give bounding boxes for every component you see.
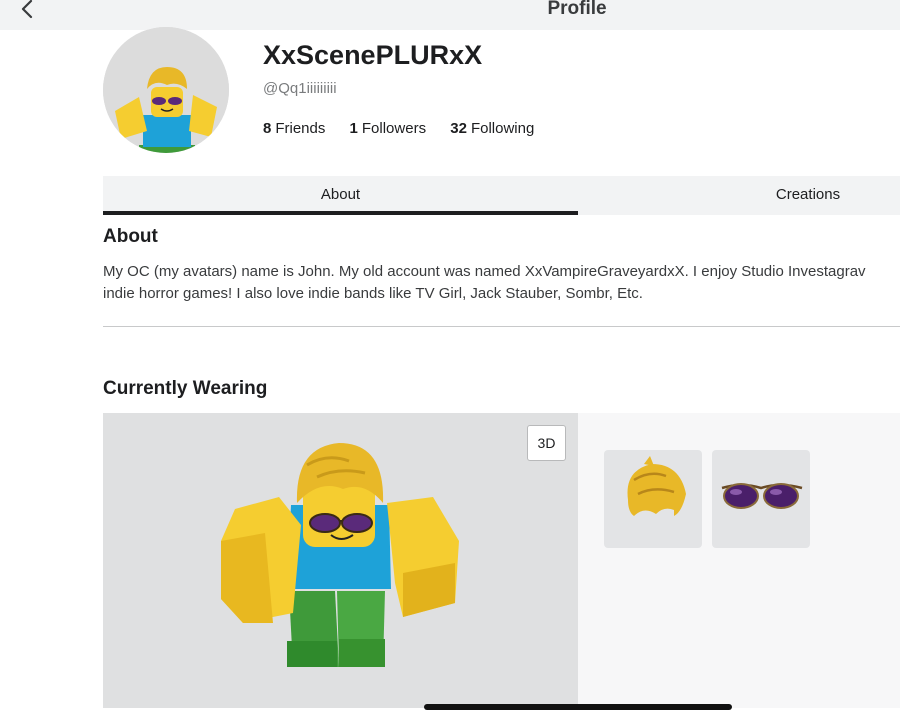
worn-item-sunglasses[interactable] (712, 450, 810, 548)
worn-item-hair[interactable] (604, 450, 702, 548)
display-name: XxScenePLURxX (263, 40, 483, 70)
stat-count: 1 (349, 120, 358, 137)
avatar-3d-figure (221, 443, 459, 667)
blonde-hair-icon (627, 456, 686, 516)
stat-label: Followers (361, 120, 427, 137)
stat-count: 32 (450, 120, 467, 137)
currently-wearing-heading: Currently Wearing (103, 378, 268, 399)
about-description: My OC (my avatars) name is John. My old … (103, 261, 900, 305)
page-title: Profile (547, 0, 607, 19)
sunglasses-icon (721, 483, 803, 509)
tab-creations[interactable]: Creations (578, 176, 900, 215)
about-line: My OC (my avatars) name is John. My old … (103, 263, 866, 280)
section-divider (103, 326, 900, 327)
home-indicator[interactable] (424, 704, 732, 710)
top-bar: Profile (0, 0, 900, 30)
stat-count: 8 (263, 120, 272, 137)
avatar-viewer[interactable] (103, 413, 578, 708)
stat-following[interactable]: 32 Following (450, 120, 534, 137)
profile-stats: 8 Friends 1 Followers 32 Following (263, 120, 554, 137)
stat-label: Following (470, 120, 535, 137)
about-heading: About (103, 226, 158, 247)
avatar-headshot-image (103, 27, 229, 153)
avatar[interactable] (103, 27, 229, 153)
stat-followers[interactable]: 1 Followers (350, 120, 427, 137)
tab-about[interactable]: About (103, 176, 578, 215)
about-line: indie horror games! I also love indie ba… (103, 285, 643, 302)
stat-friends[interactable]: 8 Friends (263, 120, 325, 137)
stat-label: Friends (275, 120, 326, 137)
toggle-3d-button[interactable]: 3D (527, 425, 566, 461)
username: @Qq1iiiiiiiii (263, 80, 337, 97)
profile-tabs: About Creations (103, 176, 900, 215)
